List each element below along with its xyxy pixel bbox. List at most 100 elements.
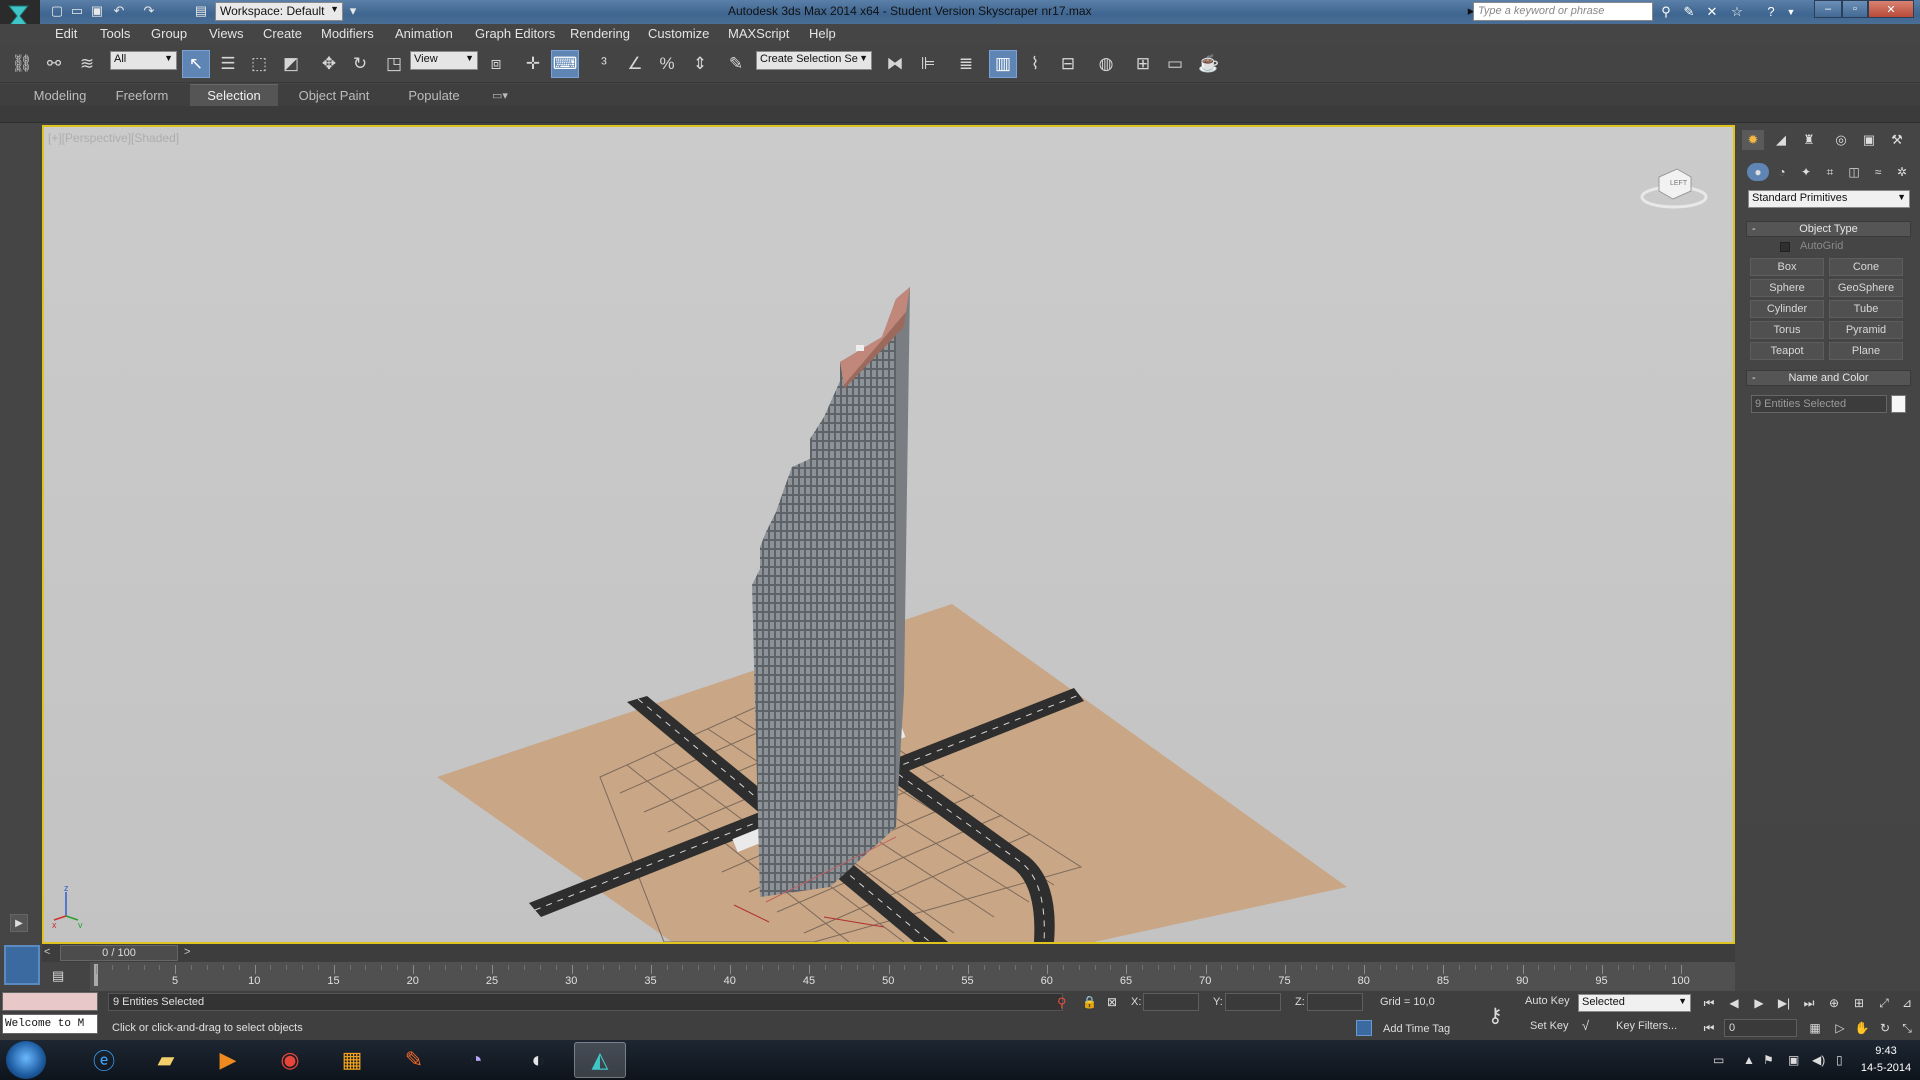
time-slider-track[interactable] bbox=[42, 944, 1735, 962]
select-and-rotate-icon[interactable]: ↻ bbox=[346, 50, 374, 78]
menu-tools[interactable]: Tools bbox=[100, 26, 130, 41]
workspace-dropdown[interactable]: Workspace: Default ▼ bbox=[215, 2, 343, 21]
pyramid-button[interactable]: Pyramid bbox=[1829, 321, 1903, 339]
cylinder-button[interactable]: Cylinder bbox=[1750, 300, 1824, 318]
key-filters-button[interactable]: Key Filters... bbox=[1616, 1020, 1677, 1032]
favorites-star-icon[interactable]: ☆ bbox=[1728, 3, 1746, 20]
cone-button[interactable]: Cone bbox=[1829, 258, 1903, 276]
tab-populate[interactable]: Populate bbox=[392, 84, 476, 106]
create-panel-tab-icon[interactable]: ✹ bbox=[1742, 130, 1764, 150]
close-button[interactable]: ✕ bbox=[1868, 0, 1914, 18]
auto-key-button[interactable]: Auto Key bbox=[1525, 995, 1570, 1007]
graphics-app-icon[interactable]: ◐ bbox=[512, 1042, 564, 1078]
menu-group[interactable]: Group bbox=[151, 26, 187, 41]
plane-button[interactable]: Plane bbox=[1829, 342, 1903, 360]
pan-view-icon[interactable]: ✋ bbox=[1853, 1020, 1871, 1036]
mini-curve-editor-toggle[interactable] bbox=[4, 945, 40, 985]
curve-editor-icon[interactable]: ⌇ bbox=[1021, 50, 1049, 78]
help-icon[interactable]: ? bbox=[1762, 3, 1780, 20]
time-configuration-icon[interactable]: ▦ bbox=[1806, 1020, 1824, 1036]
rectangular-selection-region-icon[interactable]: ⬚ bbox=[245, 50, 273, 78]
key-mode-dropdown[interactable]: Selected ▼ bbox=[1578, 994, 1691, 1012]
menu-create[interactable]: Create bbox=[263, 26, 302, 41]
key-curve-icon[interactable]: √ bbox=[1582, 1018, 1589, 1033]
open-file-icon[interactable]: ▭ bbox=[68, 3, 86, 19]
next-frame-icon[interactable]: ▶| bbox=[1775, 995, 1793, 1011]
teapot-button[interactable]: Teapot bbox=[1750, 342, 1824, 360]
object-name-field[interactable]: 9 Entities Selected bbox=[1751, 395, 1887, 413]
isolate-selection-icon[interactable]: ⚲ bbox=[1057, 995, 1067, 1011]
menu-maxscript[interactable]: MAXScript bbox=[728, 26, 789, 41]
new-file-icon[interactable]: ▢ bbox=[48, 3, 66, 19]
maximize-viewport-icon[interactable]: ⤢ bbox=[1875, 995, 1893, 1011]
menu-edit[interactable]: Edit bbox=[55, 26, 77, 41]
tab-modeling[interactable]: Modeling bbox=[20, 84, 100, 106]
quick-access-dropdown-icon[interactable]: ▾ bbox=[344, 3, 362, 19]
motion-panel-tab-icon[interactable]: ◎ bbox=[1830, 130, 1852, 150]
time-tag-icon[interactable] bbox=[1356, 1020, 1372, 1036]
schematic-view-icon[interactable]: ⊟ bbox=[1054, 50, 1082, 78]
menu-help[interactable]: Help bbox=[809, 26, 836, 41]
time-slider-next-icon[interactable]: > bbox=[184, 946, 190, 958]
binoculars-icon[interactable]: ⚲ bbox=[1657, 3, 1675, 20]
time-slider-thumb[interactable]: 0 / 100 bbox=[60, 945, 178, 961]
viewcube-icon[interactable]: LEFT bbox=[1639, 157, 1709, 217]
bind-to-space-warp-icon[interactable]: ≋ bbox=[73, 50, 101, 78]
add-time-tag-button[interactable]: Add Time Tag bbox=[1383, 1023, 1450, 1035]
windows-start-button[interactable] bbox=[6, 1041, 46, 1079]
maxscript-mini-listener[interactable]: Welcome to M bbox=[2, 1014, 98, 1034]
hierarchy-panel-tab-icon[interactable]: ♜ bbox=[1798, 130, 1820, 150]
undo-icon[interactable]: ↶ bbox=[110, 3, 128, 19]
track-bar-icon[interactable]: ▤ bbox=[52, 968, 64, 984]
tab-selection[interactable]: Selection bbox=[190, 84, 278, 106]
goto-end-icon[interactable]: ⏭ bbox=[1800, 995, 1818, 1011]
window-crossing-icon[interactable]: ◩ bbox=[277, 50, 305, 78]
x-coord-field[interactable] bbox=[1143, 993, 1199, 1011]
taskbar-clock-time[interactable]: 9:43 bbox=[1858, 1045, 1914, 1057]
redo-icon[interactable]: ↷ bbox=[140, 3, 158, 19]
named-selection-dropdown[interactable]: Create Selection Se ▼ bbox=[756, 51, 872, 70]
viewport-label[interactable]: [+][Perspective][Shaded] bbox=[48, 131, 179, 145]
primitive-category-dropdown[interactable]: Standard Primitives ▼ bbox=[1748, 190, 1910, 208]
walkthrough-icon[interactable]: ▷ bbox=[1831, 1020, 1849, 1036]
menu-views[interactable]: Views bbox=[209, 26, 243, 41]
y-coord-field[interactable] bbox=[1225, 993, 1281, 1011]
current-frame-spinner[interactable]: 0 bbox=[1724, 1019, 1797, 1037]
set-keys-icon[interactable]: ⚷ bbox=[1488, 1003, 1503, 1028]
shapes-category-icon[interactable]: ◔ bbox=[1771, 163, 1793, 181]
reference-coordinate-dropdown[interactable]: View ▼ bbox=[410, 51, 478, 70]
cameras-category-icon[interactable]: ⌗ bbox=[1819, 163, 1841, 181]
previous-frame-icon[interactable]: ◀ bbox=[1725, 995, 1743, 1011]
time-slider-prev-icon[interactable]: < bbox=[44, 946, 50, 958]
render-production-icon[interactable]: ☕ bbox=[1195, 50, 1223, 78]
menu-rendering[interactable]: Rendering bbox=[570, 26, 630, 41]
unlink-selection-icon[interactable]: ⚯ bbox=[40, 50, 68, 78]
perspective-viewport[interactable]: [+][Perspective][Shaded] LEFT z x y bbox=[42, 125, 1735, 944]
show-hidden-icons[interactable]: ▲ bbox=[1743, 1053, 1755, 1067]
graphite-modeling-tools-icon[interactable]: ▥ bbox=[989, 50, 1017, 78]
subscription-center-icon[interactable]: ✎ bbox=[1680, 3, 1698, 20]
material-editor-icon[interactable]: ◍ bbox=[1092, 50, 1120, 78]
file-explorer-icon[interactable]: ▰ bbox=[140, 1042, 192, 1078]
selection-filter-dropdown[interactable]: All ▼ bbox=[110, 51, 177, 70]
render-setup-icon[interactable]: ⊞ bbox=[1129, 50, 1157, 78]
torus-button[interactable]: Torus bbox=[1750, 321, 1824, 339]
lights-category-icon[interactable]: ✦ bbox=[1795, 163, 1817, 181]
minimize-button[interactable]: – bbox=[1814, 0, 1842, 18]
keyboard-shortcut-override-icon[interactable]: ⌨ bbox=[551, 50, 579, 78]
menu-modifiers[interactable]: Modifiers bbox=[321, 26, 374, 41]
align-icon[interactable]: ⊫ bbox=[914, 50, 942, 78]
key-mode-toggle-icon[interactable]: ⏮ bbox=[1700, 1020, 1718, 1036]
absolute-offset-toggle-icon[interactable]: ⊠ bbox=[1107, 995, 1117, 1009]
paint-app-icon[interactable]: ✎ bbox=[388, 1042, 440, 1078]
layout-tab-expand-icon[interactable]: ▶ bbox=[10, 914, 28, 932]
helpers-category-icon[interactable]: ◫ bbox=[1843, 163, 1865, 181]
goto-start-icon[interactable]: ⏮ bbox=[1700, 995, 1718, 1011]
taskbar-clock-date[interactable]: 14-5-2014 bbox=[1858, 1062, 1914, 1074]
geometry-category-icon[interactable]: ● bbox=[1747, 163, 1769, 181]
maxscript-listener-output[interactable] bbox=[2, 992, 98, 1011]
internet-explorer-icon[interactable]: ⓔ bbox=[78, 1042, 130, 1078]
display-panel-tab-icon[interactable]: ▣ bbox=[1858, 130, 1880, 150]
spinner-snap-icon[interactable]: ⇕ bbox=[686, 50, 714, 78]
selection-lock-icon[interactable]: 🔒 bbox=[1082, 995, 1097, 1009]
